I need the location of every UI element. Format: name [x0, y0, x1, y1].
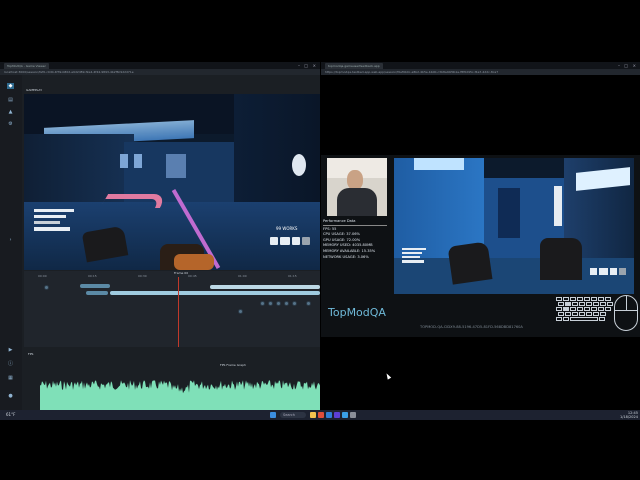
event-marker[interactable] [276, 301, 281, 306]
edge-icon[interactable] [342, 412, 348, 418]
left-active-tab[interactable]: TopModQA - Game Viewer [4, 62, 49, 69]
event-marker[interactable] [44, 285, 49, 290]
kills-counter: 99 WORKS [276, 226, 298, 231]
webcam-feed [327, 158, 387, 216]
maximize-icon[interactable]: □ [624, 63, 628, 68]
right-active-tab[interactable]: topmodqa.gameuserfeedback.app [325, 62, 383, 69]
timeline-clip[interactable] [86, 291, 108, 295]
app-logo-icon[interactable]: ◆ [7, 83, 14, 89]
close-icon[interactable]: × [633, 63, 636, 68]
left-pistol [447, 241, 493, 285]
play-icon[interactable]: ▶ [7, 347, 14, 353]
playhead-label: Frame 00 [174, 271, 189, 275]
timeline-tick: 00:45 [188, 274, 197, 278]
weapon-slots [590, 268, 630, 275]
event-marker[interactable] [260, 301, 265, 306]
timeline-tick: 01:15 [288, 274, 297, 278]
session-list-icon[interactable]: ▤ [7, 97, 14, 103]
event-marker[interactable] [292, 301, 297, 306]
event-marker[interactable] [306, 301, 311, 306]
event-timeline[interactable]: 00:00 00:15 00:30 00:45 01:00 01:15 Fram… [24, 271, 320, 347]
tester-shirt [337, 188, 377, 216]
store-icon[interactable] [326, 412, 332, 418]
weapon-slots [270, 237, 310, 245]
event-marker[interactable] [238, 309, 243, 314]
file-explorer-icon[interactable] [310, 412, 316, 418]
fps-area-chart [40, 380, 320, 410]
right-pistol [540, 238, 582, 280]
windows-taskbar: 61°F Search 12:45 1/18/2024 [0, 410, 640, 420]
clock-date: 1/18/2024 [620, 415, 638, 419]
mouse-input-icon [614, 295, 638, 331]
session-id: TOPMOD-QA-CIDX9-88-5196-47D5-81FD-568DBD… [420, 325, 523, 329]
timeline-tick: 00:30 [138, 274, 147, 278]
keyboard-input-overlay [556, 297, 614, 327]
timeline-tick: 00:15 [88, 274, 97, 278]
gameplay-video[interactable]: 99 WORKS [24, 94, 320, 270]
right-tab-bar: topmodqa.gameuserfeedback.app [321, 62, 640, 69]
timeline-clip[interactable] [210, 285, 320, 289]
close-icon[interactable]: × [313, 63, 316, 68]
expand-icon[interactable]: › [7, 237, 14, 243]
fps-graph-panel: FPS FPS Frame Graph [24, 348, 320, 410]
desktop: TopModQA - Game Viewer localhost:3000/se… [0, 0, 640, 480]
minimize-icon[interactable]: – [298, 63, 300, 68]
app-sidebar: ◆ ▤ ▲ ⚙ › ▶ ⓘ ▦ ● [0, 75, 22, 410]
graph-legend: FPS Frame Graph [220, 363, 246, 367]
performance-data: Performance Data FPS: 55 CPU USAGE: 37.0… [323, 219, 387, 281]
player-hud [402, 248, 428, 278]
gameplay-section-label: GAMEPLAY [26, 88, 43, 92]
maximize-icon[interactable]: □ [304, 63, 308, 68]
timeline-tick: 01:00 [238, 274, 247, 278]
left-tab-bar: TopModQA - Game Viewer [0, 62, 320, 69]
taskbar-search[interactable]: Search [280, 412, 306, 418]
perf-net: NETWORK USAGE: 3.06% [323, 254, 369, 259]
tester-face [347, 170, 363, 190]
event-marker[interactable] [268, 301, 273, 306]
right-address-bar[interactable]: https://topmodqa-testbed-app.web.app/ses… [321, 69, 640, 75]
player-hud [34, 209, 76, 239]
pink-floor-stripe [99, 194, 169, 208]
playhead[interactable] [178, 277, 179, 347]
browser-icon[interactable] [318, 412, 324, 418]
graph-panel-label: FPS [28, 352, 34, 356]
start-button-icon[interactable] [270, 412, 276, 418]
upload-icon[interactable]: ▲ [7, 109, 14, 115]
perf-title: Performance Data [323, 219, 387, 226]
discord-icon[interactable] [334, 412, 340, 418]
chart-icon[interactable]: ▦ [7, 375, 14, 381]
event-marker[interactable] [284, 301, 289, 306]
live-gameplay-video[interactable] [394, 158, 634, 294]
user-avatar-icon[interactable]: ● [7, 393, 14, 399]
weather-widget[interactable]: 61°F [6, 412, 15, 417]
timeline-tick: 00:00 [38, 274, 47, 278]
clock[interactable]: 12:45 1/18/2024 [620, 411, 638, 419]
brand-logo: TopModQA [328, 306, 386, 319]
settings-icon[interactable]: ⚙ [7, 121, 14, 127]
left-address-bar[interactable]: localhost:3000/session/fef0-c0d0-4f39-b8… [0, 69, 320, 75]
app-icon[interactable] [350, 412, 356, 418]
timeline-clip[interactable] [110, 291, 320, 295]
minimize-icon[interactable]: – [618, 63, 620, 68]
timeline-clip[interactable] [80, 284, 110, 288]
info-icon[interactable]: ⓘ [7, 361, 14, 367]
